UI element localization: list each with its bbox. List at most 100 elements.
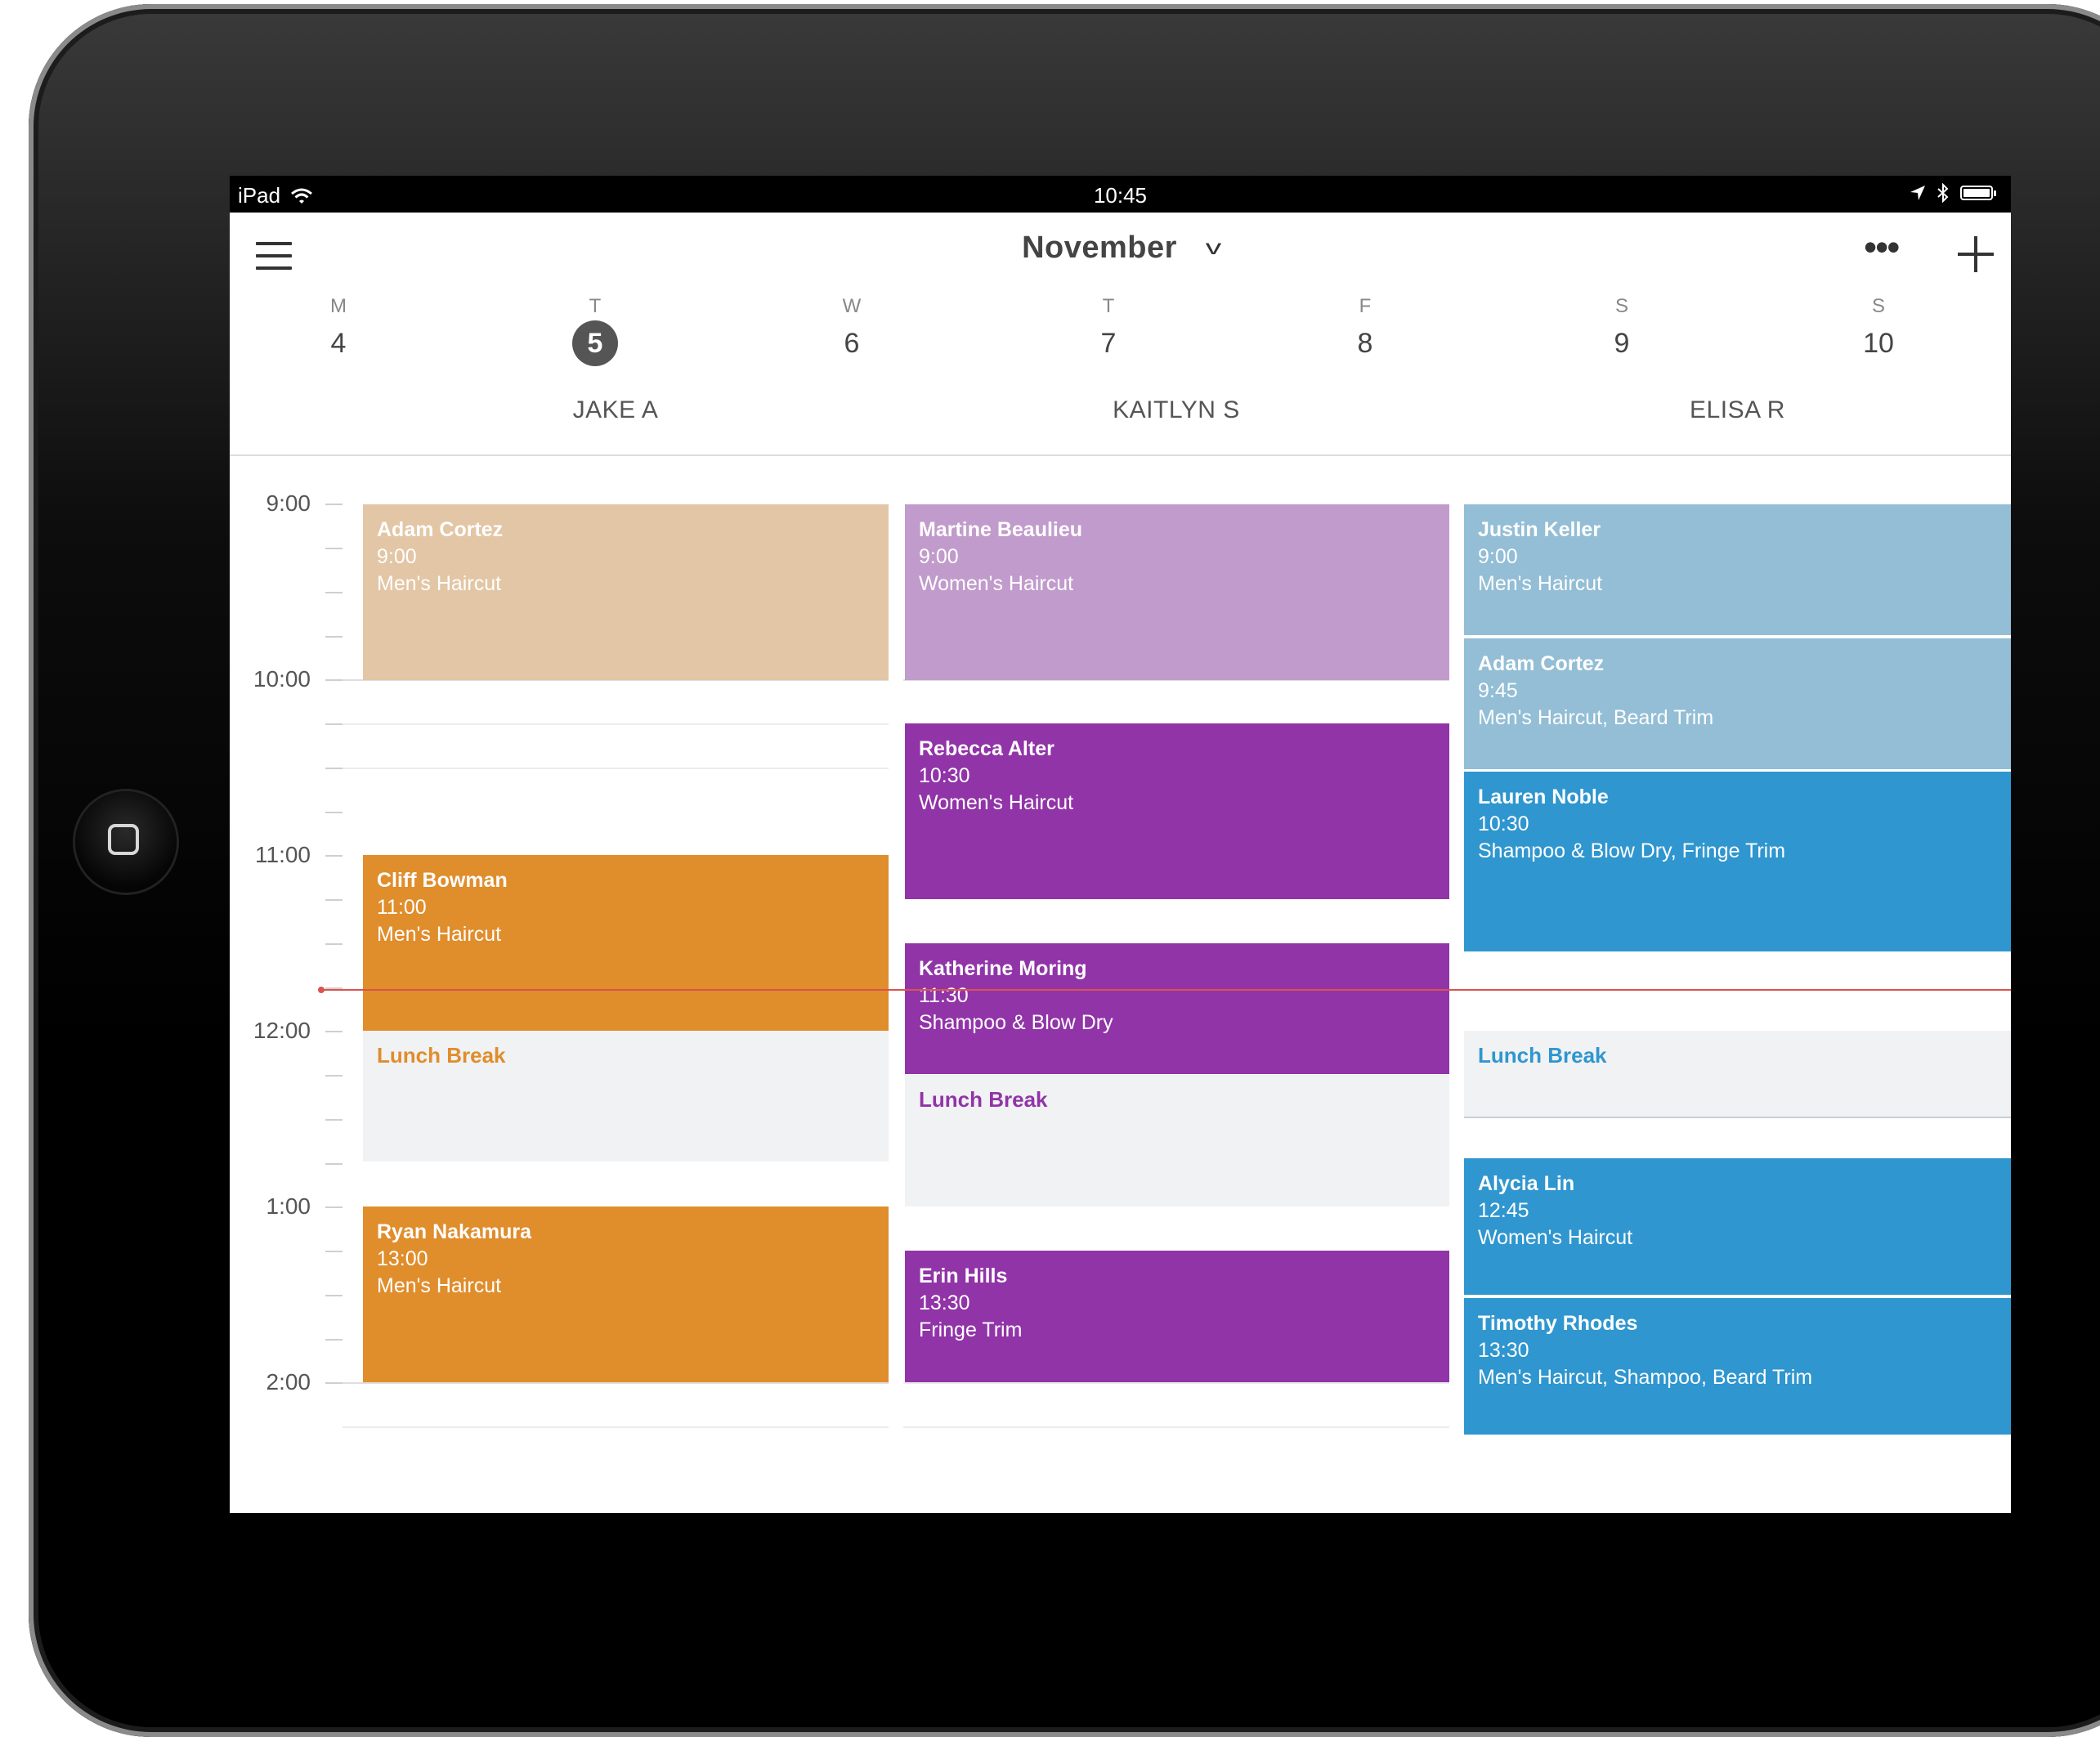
home-button[interactable]: [75, 791, 177, 893]
client-name: Katherine Moring: [919, 957, 1087, 980]
day-of-week: T: [589, 295, 602, 317]
add-icon[interactable]: [1951, 231, 2000, 280]
service-name: Women's Haircut: [919, 791, 1074, 814]
appointment-time: 9:45: [1478, 679, 1518, 702]
day-of-week: W: [842, 295, 862, 317]
appointment-time: 9:00: [377, 545, 417, 568]
appointment-time: 9:00: [919, 545, 959, 568]
appointment[interactable]: Erin Hills 13:30 Fringe Trim: [905, 1251, 1449, 1382]
day-number: 6: [844, 328, 860, 359]
current-time-indicator: [318, 987, 2011, 993]
day-7[interactable]: T 7: [1068, 294, 1149, 366]
appointment[interactable]: Ryan Nakamura 13:00 Men's Haircut: [363, 1206, 889, 1382]
time-label: 9:00: [266, 490, 311, 516]
day-number: 7: [1100, 328, 1117, 359]
status-bar: iPad 10:45: [230, 176, 2011, 213]
service-name: Men's Haircut, Beard Trim: [1478, 706, 1714, 729]
appointment-time: 13:30: [919, 1292, 970, 1314]
client-name: Timothy Rhodes: [1478, 1312, 1638, 1335]
service-name: Women's Haircut: [919, 572, 1074, 595]
appointment-time: 12:45: [1478, 1199, 1529, 1222]
time-label: 1:00: [266, 1193, 311, 1219]
day-number: 8: [1357, 328, 1373, 359]
appointment[interactable]: Timothy Rhodes 13:30 Men's Haircut, Sham…: [1464, 1298, 2011, 1435]
staff-header-kaitlyn[interactable]: KAITLYN S: [903, 396, 1449, 437]
day-of-week: M: [330, 295, 347, 317]
day-4[interactable]: M 4: [298, 294, 379, 366]
day-number: 9: [1614, 328, 1630, 359]
client-name: Adam Cortez: [1478, 652, 1605, 675]
appointment[interactable]: Martine Beaulieu 9:00 Women's Haircut: [905, 504, 1449, 680]
client-name: Lauren Noble: [1478, 786, 1609, 808]
chevron-down-icon: v: [1205, 235, 1222, 259]
client-name: Adam Cortez: [377, 518, 504, 541]
service-name: Men's Haircut: [1478, 572, 1603, 595]
day-6[interactable]: W 6: [811, 294, 893, 366]
staff-header-jake[interactable]: JAKE A: [343, 396, 889, 437]
day-5-selected[interactable]: T 5: [554, 294, 636, 366]
more-options-icon[interactable]: •••: [1864, 228, 1913, 266]
month-label: November: [1022, 231, 1177, 265]
service-name: Shampoo & Blow Dry: [919, 1011, 1113, 1034]
month-selector[interactable]: November v: [230, 231, 2011, 266]
toolbar: November v •••: [230, 213, 2011, 294]
battery-icon: [1960, 186, 1996, 200]
service-name: Men's Haircut: [377, 1274, 502, 1297]
day-of-week: T: [1102, 295, 1115, 317]
day-of-week: S: [1871, 295, 1885, 317]
appointment-time: 11:30: [919, 984, 969, 1007]
home-square-icon: [108, 824, 139, 855]
time-label: 10:00: [253, 666, 311, 692]
day-of-week: F: [1359, 295, 1372, 317]
service-name: Men's Haircut: [377, 923, 502, 946]
client-name: Justin Keller: [1478, 518, 1601, 541]
appointment[interactable]: Rebecca Alter 10:30 Women's Haircut: [905, 723, 1449, 899]
appointment[interactable]: Adam Cortez 9:45 Men's Haircut, Beard Tr…: [1464, 638, 2011, 769]
appointment[interactable]: Katherine Moring 11:30 Shampoo & Blow Dr…: [905, 943, 1449, 1074]
schedule-grid: 9:00 10:00 11:00 12:00 1:00 2:00 Adam Co…: [230, 456, 2011, 1513]
staff-header-elisa[interactable]: ELISA R: [1464, 396, 2011, 437]
day-number: 10: [1863, 328, 1894, 359]
appointment-time: 13:00: [377, 1247, 428, 1270]
bluetooth-icon: [1937, 183, 1949, 203]
appointment[interactable]: Justin Keller 9:00 Men's Haircut: [1464, 504, 2011, 635]
appointment[interactable]: Lauren Noble 10:30 Shampoo & Blow Dry, F…: [1464, 772, 2011, 951]
time-column: 9:00 10:00 11:00 12:00 1:00 2:00: [230, 456, 343, 1513]
appointment-time: 10:30: [919, 764, 970, 787]
day-of-week: S: [1614, 295, 1628, 317]
appointment-time: 10:30: [1478, 813, 1529, 835]
client-name: Erin Hills: [919, 1265, 1008, 1287]
service-name: Shampoo & Blow Dry, Fringe Trim: [1478, 839, 1786, 862]
service-name: Fringe Trim: [919, 1318, 1023, 1341]
client-name: Alycia Lin: [1478, 1172, 1575, 1195]
time-label: 11:00: [255, 842, 311, 867]
service-name: Men's Haircut, Shampoo, Beard Trim: [1478, 1366, 1813, 1389]
staff-column-elisa: Justin Keller 9:00 Men's Haircut Adam Co…: [1464, 456, 2011, 1513]
time-label: 2:00: [266, 1369, 311, 1395]
appointment[interactable]: Cliff Bowman 11:00 Men's Haircut: [363, 855, 889, 1031]
lunch-break[interactable]: Lunch Break: [1464, 1031, 2011, 1118]
appointment-time: 13:30: [1478, 1339, 1529, 1362]
day-10[interactable]: S 10: [1838, 294, 1919, 366]
lunch-break[interactable]: Lunch Break: [905, 1075, 1449, 1206]
client-name: Rebecca Alter: [919, 737, 1054, 760]
client-name: Ryan Nakamura: [377, 1220, 531, 1243]
status-time: 10:45: [1093, 183, 1148, 208]
day-9[interactable]: S 9: [1581, 294, 1663, 366]
lunch-break[interactable]: Lunch Break: [363, 1031, 889, 1162]
staff-column-kaitlyn: Martine Beaulieu 9:00 Women's Haircut Re…: [903, 456, 1449, 1513]
service-name: Women's Haircut: [1478, 1226, 1633, 1249]
day-number: 4: [330, 328, 347, 359]
appointment[interactable]: Alycia Lin 12:45 Women's Haircut: [1464, 1158, 2011, 1295]
day-number: 5: [572, 320, 618, 366]
appointment-time: 9:00: [1478, 545, 1518, 568]
client-name: Martine Beaulieu: [919, 518, 1083, 541]
service-name: Men's Haircut: [377, 572, 502, 595]
location-arrow-icon: [1910, 186, 1925, 200]
staff-column-jake: Adam Cortez 9:00 Men's Haircut Cliff Bow…: [343, 456, 889, 1513]
screen: iPad 10:45 November v ••• M 4 T 5 W 6 T …: [230, 176, 2011, 1513]
day-8[interactable]: F 8: [1324, 294, 1406, 366]
client-name: Cliff Bowman: [377, 869, 508, 892]
appointment[interactable]: Adam Cortez 9:00 Men's Haircut: [363, 504, 889, 680]
appointment-time: 11:00: [377, 896, 427, 919]
